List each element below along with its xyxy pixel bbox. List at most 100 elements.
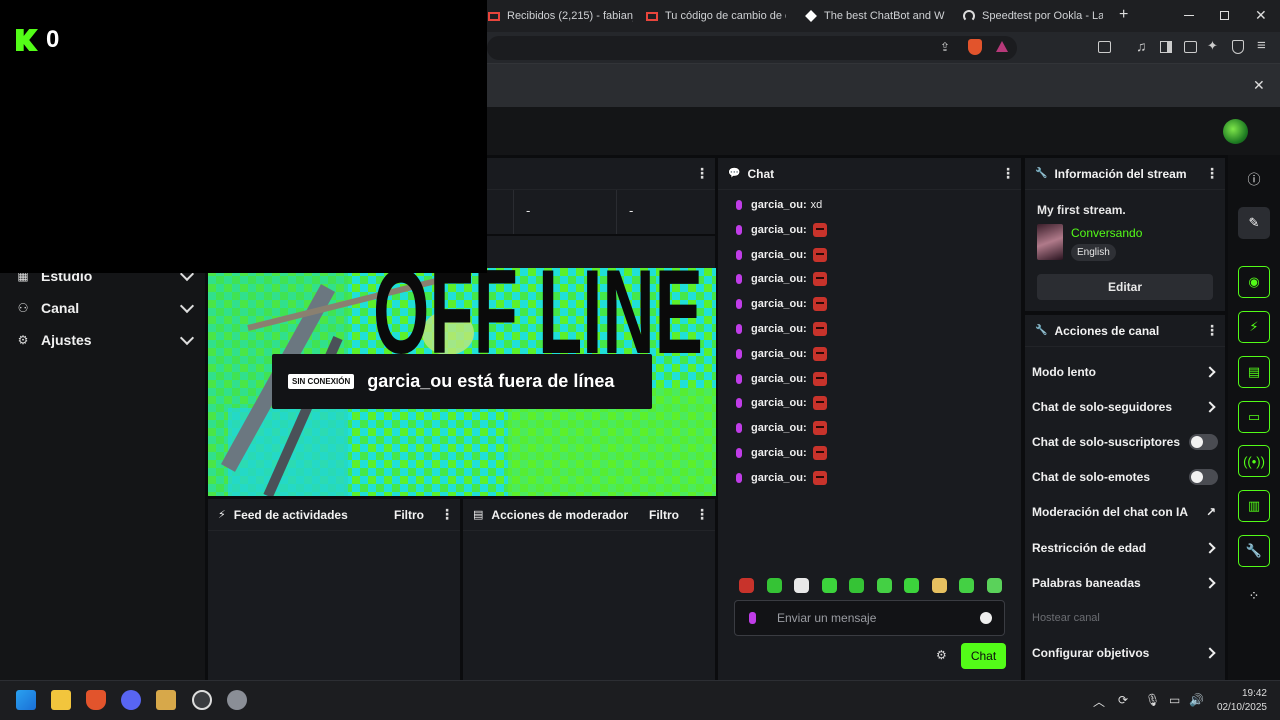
obs-icon[interactable] — [192, 690, 212, 710]
chat-message[interactable]: garcia_ou: — [736, 246, 827, 264]
volume-icon[interactable]: 🔊 — [1189, 693, 1204, 707]
emote-icon[interactable] — [986, 578, 1002, 593]
chat-message[interactable]: garcia_ou: — [736, 444, 827, 462]
emote-icon[interactable] — [766, 578, 782, 593]
minimize-icon[interactable] — [1184, 15, 1194, 16]
lightning-icon[interactable]: ⚡ — [1238, 311, 1270, 343]
brave-shield-icon[interactable] — [968, 39, 982, 55]
browser-tab[interactable]: Tu código de cambio de co — [646, 4, 786, 28]
broadcast-icon[interactable]: ((•)) — [1238, 445, 1270, 477]
edit-icon[interactable]: ✎ — [1238, 207, 1270, 239]
action-restriccion-de-edad[interactable]: Restricción de edad — [1032, 538, 1218, 558]
share-icon[interactable]: ⇪ — [940, 40, 950, 54]
more-options-icon[interactable]: ⋮ — [695, 165, 709, 182]
close-icon[interactable]: ✕ — [1253, 77, 1265, 94]
more-options-icon[interactable]: ⋮ — [695, 506, 709, 523]
wallet-icon[interactable] — [1184, 41, 1197, 53]
url-field[interactable] — [487, 36, 1017, 60]
menu-icon[interactable]: ≡ — [1257, 37, 1266, 54]
chat-username[interactable]: garcia_ou: — [751, 224, 807, 236]
chat-message[interactable]: garcia_ou: — [736, 270, 827, 288]
chat-message[interactable]: garcia_ou: — [736, 221, 827, 239]
action-moderacion-del-chat-con-ia[interactable]: Moderación del chat con IA ↗ — [1032, 502, 1218, 522]
chat-message[interactable]: garcia_ou: — [736, 370, 827, 388]
emote-icon[interactable] — [876, 578, 892, 593]
send-chat-button[interactable]: Chat — [961, 643, 1006, 669]
widgets-icon[interactable]: ⁘ — [1238, 580, 1270, 612]
emote-icon[interactable] — [821, 578, 837, 593]
chat-username[interactable]: garcia_ou: — [751, 199, 807, 211]
action-chat-de-solo-seguidores[interactable]: Chat de solo-seguidores — [1032, 397, 1218, 417]
action-chat-de-solo-emotes[interactable]: Chat de solo-emotes — [1032, 467, 1218, 487]
emote-icon[interactable] — [931, 578, 947, 593]
camera-icon[interactable]: ◉ — [1238, 266, 1270, 298]
browser-tab[interactable]: Speedtest por Ookla - La pr — [963, 4, 1103, 28]
new-tab-button[interactable]: + — [1119, 6, 1128, 24]
more-options-icon[interactable]: ⋮ — [1205, 322, 1219, 339]
avatar[interactable] — [1223, 119, 1248, 144]
chat-icon[interactable]: ▭ — [1238, 401, 1270, 433]
chat-message-input[interactable]: Enviar un mensaje — [734, 600, 1005, 636]
sync-icon[interactable]: ⟳ — [1118, 693, 1128, 707]
chat-settings-icon[interactable]: ⚙ — [936, 648, 947, 662]
emoji-icon[interactable] — [980, 612, 992, 624]
chat-username[interactable]: garcia_ou: — [751, 422, 807, 434]
media-player-icon[interactable] — [156, 690, 176, 710]
action-modo-lento[interactable]: Modo lento — [1032, 362, 1218, 382]
microphone-icon[interactable]: 🎙 — [1145, 693, 1160, 707]
chat-username[interactable]: garcia_ou: — [751, 447, 807, 459]
clock[interactable]: 19:42 02/10/2025 — [1213, 688, 1267, 713]
sidebar-icon[interactable] — [1160, 41, 1172, 53]
music-icon[interactable]: ♫ — [1136, 38, 1147, 54]
emote-icon[interactable] — [849, 578, 864, 593]
leo-ai-icon[interactable]: ✦ — [1207, 38, 1218, 54]
document-icon[interactable]: ▤ — [1238, 356, 1270, 388]
info-icon[interactable]: ⓘ — [1238, 162, 1270, 194]
chat-message[interactable]: garcia_ou: — [736, 419, 827, 437]
chat-message[interactable]: garcia_ou: — [736, 394, 827, 412]
action-configurar-objetivos[interactable]: Configurar objetivos — [1032, 643, 1218, 663]
chat-username[interactable]: garcia_ou: — [751, 249, 807, 261]
maximize-icon[interactable] — [1220, 11, 1229, 20]
chat-username[interactable]: garcia_ou: — [751, 323, 807, 335]
emote-icon[interactable] — [739, 578, 754, 593]
filter-button[interactable]: Filtro — [394, 508, 424, 522]
chat-username[interactable]: garcia_ou: — [751, 472, 807, 484]
more-options-icon[interactable]: ⋮ — [440, 506, 454, 523]
chat-message[interactable]: garcia_ou: — [736, 295, 827, 313]
close-icon[interactable]: ✕ — [1255, 7, 1267, 24]
toggle-switch[interactable] — [1189, 434, 1218, 451]
wrench-icon[interactable]: 🔧 — [1238, 535, 1270, 567]
vpn-icon[interactable] — [1232, 40, 1244, 54]
settings-app-icon[interactable] — [227, 690, 247, 710]
sidebar-item-channel[interactable]: ⚇ Canal — [16, 296, 195, 320]
chat-username[interactable]: garcia_ou: — [751, 373, 807, 385]
more-options-icon[interactable]: ⋮ — [1205, 165, 1219, 182]
chat-username[interactable]: garcia_ou: — [751, 298, 807, 310]
chat-message[interactable]: garcia_ou: — [736, 345, 827, 363]
brave-rewards-icon[interactable] — [996, 41, 1008, 52]
chat-message[interactable]: garcia_ou: — [736, 320, 827, 338]
layout-icon[interactable]: ▥ — [1238, 490, 1270, 522]
emote-icon[interactable] — [794, 578, 809, 593]
tray-expand-icon[interactable]: ︿ — [1093, 693, 1105, 710]
screenshot-icon[interactable] — [1098, 41, 1111, 53]
chat-username[interactable]: garcia_ou: — [751, 273, 807, 285]
filter-button[interactable]: Filtro — [649, 508, 679, 522]
more-options-icon[interactable]: ⋮ — [1001, 165, 1015, 182]
chat-message[interactable]: garcia_ou: xd — [736, 196, 822, 214]
action-palabras-baneadas[interactable]: Palabras baneadas — [1032, 573, 1218, 593]
brave-browser-icon[interactable] — [86, 690, 106, 710]
action-chat-de-solo-suscriptores[interactable]: Chat de solo-suscriptores — [1032, 432, 1218, 452]
toggle-switch[interactable] — [1189, 469, 1218, 486]
stream-category[interactable]: Conversando — [1071, 226, 1142, 240]
windows-start-icon[interactable] — [16, 690, 36, 710]
sidebar-item-settings[interactable]: ⚙ Ajustes — [16, 328, 195, 352]
discord-icon[interactable] — [121, 690, 141, 710]
chat-username[interactable]: garcia_ou: — [751, 348, 807, 360]
chat-username[interactable]: garcia_ou: — [751, 397, 807, 409]
network-icon[interactable]: ▭ — [1169, 693, 1180, 707]
browser-tab[interactable]: Recibidos (2,215) - fabianjd — [488, 4, 633, 28]
file-explorer-icon[interactable] — [51, 690, 71, 710]
emote-icon[interactable] — [959, 578, 974, 593]
